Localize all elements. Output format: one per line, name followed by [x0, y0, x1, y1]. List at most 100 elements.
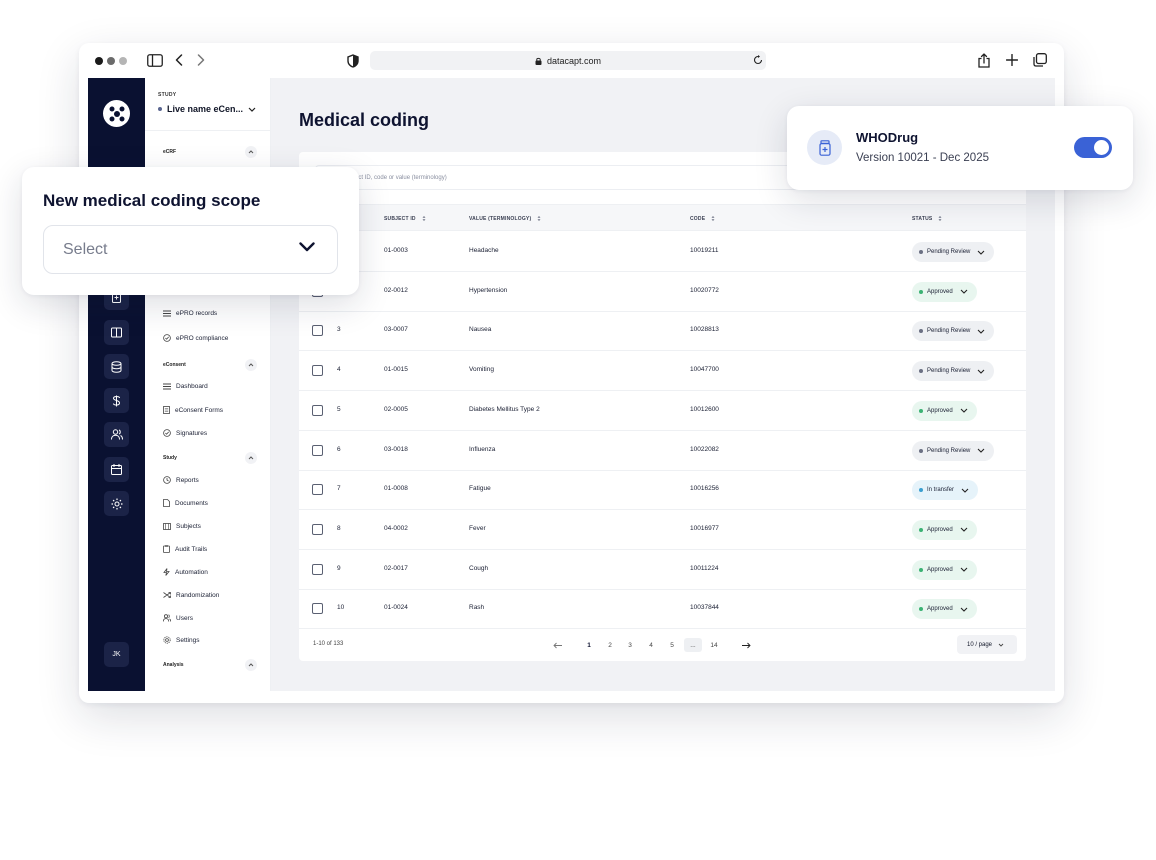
whodrug-title: WHODrug [856, 130, 919, 145]
subject-id: 03-0007 [384, 326, 408, 334]
users-icon[interactable] [104, 422, 129, 447]
share-icon[interactable] [977, 52, 991, 68]
status-dot-icon [919, 289, 923, 294]
table-row[interactable]: 02-0012 Hypertension 10020772 Approved [299, 272, 1026, 312]
nav-item-settings[interactable]: Settings [163, 636, 200, 644]
page-button[interactable]: 2 [601, 638, 619, 652]
nav-item-signatures[interactable]: Signatures [163, 429, 207, 437]
forward-icon[interactable] [196, 53, 206, 67]
scope-select[interactable]: Select [43, 225, 338, 274]
subject-id: 04-0002 [384, 524, 408, 532]
sort-icon [537, 216, 541, 221]
row-checkbox[interactable] [312, 484, 323, 496]
row-checkbox[interactable] [312, 603, 323, 615]
table-row[interactable]: 10 01-0024 Rash 10037844 Approved [299, 589, 1026, 630]
status-dropdown[interactable]: Approved [912, 519, 977, 540]
whodrug-card: WHODrug Version 10021 - Dec 2025 [787, 106, 1133, 190]
table-row[interactable]: 9 02-0017 Cough 10011224 Approved [299, 550, 1026, 590]
address-bar[interactable]: datacapt.com [370, 51, 766, 70]
collapse-econsent-button[interactable] [245, 359, 257, 371]
status-dropdown[interactable]: Approved [912, 400, 977, 421]
results-count: 1-10 of 133 [313, 641, 344, 647]
row-checkbox[interactable] [312, 325, 323, 337]
status-dropdown[interactable]: Pending Review [912, 440, 995, 461]
window-minimize-dot[interactable] [107, 57, 115, 65]
table-row[interactable]: 3 03-0007 Nausea 10028813 Pending Review [299, 311, 1026, 352]
logo-icon[interactable] [103, 100, 130, 127]
table-row[interactable]: 8 04-0002 Fever 10016977 Approved [299, 510, 1026, 550]
row-checkbox[interactable] [312, 523, 323, 535]
nav-item-automation[interactable]: Automation [163, 568, 208, 576]
status-dropdown[interactable]: Pending Review [912, 242, 995, 262]
calendar-icon[interactable] [104, 457, 129, 482]
back-icon[interactable] [174, 53, 184, 67]
status-dropdown[interactable]: In transfer [912, 480, 979, 501]
collapse-ecrf-button[interactable] [245, 146, 257, 158]
chevron-up-icon [248, 663, 254, 667]
page-button[interactable]: 4 [642, 638, 660, 652]
nav-item-audit-trails[interactable]: Audit Trails [163, 545, 207, 553]
status-dropdown[interactable]: Approved [912, 559, 977, 580]
nav-item-label: Randomization [176, 591, 220, 599]
prev-page-icon[interactable] [552, 639, 564, 651]
page-button[interactable]: 14 [705, 638, 723, 652]
page-button[interactable]: 5 [663, 638, 681, 652]
row-number: 8 [337, 524, 341, 532]
next-page-icon[interactable] [740, 639, 752, 651]
dollar-icon[interactable] [104, 388, 129, 413]
nav-item-randomization[interactable]: Randomization [163, 591, 219, 599]
list-icon [163, 310, 171, 317]
database-icon[interactable] [104, 354, 129, 379]
table-row[interactable]: 5 02-0005 Diabetes Mellitus Type 2 10012600… [299, 391, 1026, 431]
row-checkbox[interactable] [312, 444, 323, 456]
table-row[interactable]: 6 03-0018 Influenza 10022082 Pending Review [299, 431, 1026, 471]
column-status[interactable]: STATUS [912, 215, 942, 222]
building-icon [163, 523, 171, 530]
reload-icon[interactable] [752, 54, 764, 66]
status-dropdown[interactable]: Approved [912, 281, 977, 302]
nav-item-users[interactable]: Users [163, 614, 193, 622]
gear-icon[interactable] [104, 491, 129, 516]
terminology-value: Nausea [469, 326, 492, 334]
column-subject-id[interactable]: SUBJECT ID [384, 215, 426, 222]
book-icon[interactable] [104, 320, 129, 345]
shield-icon[interactable] [346, 53, 360, 68]
row-checkbox[interactable] [312, 365, 323, 377]
status-dropdown[interactable]: Pending Review [912, 321, 995, 342]
table-row[interactable]: 01-0003 Headache 10019211 Pending Review [299, 232, 1026, 272]
status-dropdown[interactable]: Approved [912, 599, 977, 620]
row-number: 6 [337, 445, 341, 453]
study-selector[interactable]: Live name eCen... [158, 104, 256, 114]
collapse-study-button[interactable] [245, 452, 257, 464]
row-checkbox[interactable] [312, 404, 323, 416]
nav-item-epro-records[interactable]: ePRO records [163, 310, 217, 317]
nav-item-dashboard[interactable]: Dashboard [163, 383, 208, 390]
form-icon [163, 406, 170, 414]
avatar[interactable]: JK [104, 642, 129, 667]
column-value[interactable]: VALUE (TERMINOLOGY) [469, 215, 541, 222]
page-button[interactable]: 3 [621, 638, 639, 652]
new-tab-icon[interactable] [1005, 53, 1019, 67]
tabs-overview-icon[interactable] [1032, 52, 1047, 67]
nav-item-econsent-forms[interactable]: eConsent Forms [163, 406, 223, 414]
row-checkbox[interactable] [312, 563, 323, 575]
table-row[interactable]: 4 01-0015 Vomiting 10047700 Pending Review [299, 351, 1026, 392]
status-label: Approved [927, 606, 953, 613]
chevron-down-icon [248, 107, 256, 112]
page-ellipsis[interactable]: ... [684, 638, 702, 652]
page-size-select[interactable]: 10 / page [957, 635, 1017, 654]
status-dropdown[interactable]: Pending Review [912, 361, 995, 382]
nav-item-documents[interactable]: Documents [163, 499, 208, 507]
whodrug-toggle[interactable] [1074, 137, 1112, 158]
column-code[interactable]: CODE [690, 215, 715, 222]
collapse-analysis-button[interactable] [245, 659, 257, 671]
sidebar-toggle-icon[interactable] [147, 53, 163, 67]
nav-item-epro-compliance[interactable]: ePRO compliance [163, 334, 228, 342]
window-close-dot[interactable] [95, 57, 103, 65]
nav-item-subjects[interactable]: Subjects [163, 522, 201, 530]
terminology-value: Headache [469, 247, 499, 254]
table-row[interactable]: 7 01-0008 Fatigue 10016256 In transfer [299, 470, 1026, 511]
window-maximize-dot[interactable] [119, 57, 127, 65]
nav-item-reports[interactable]: Reports [163, 476, 199, 484]
page-button[interactable]: 1 [580, 638, 598, 652]
